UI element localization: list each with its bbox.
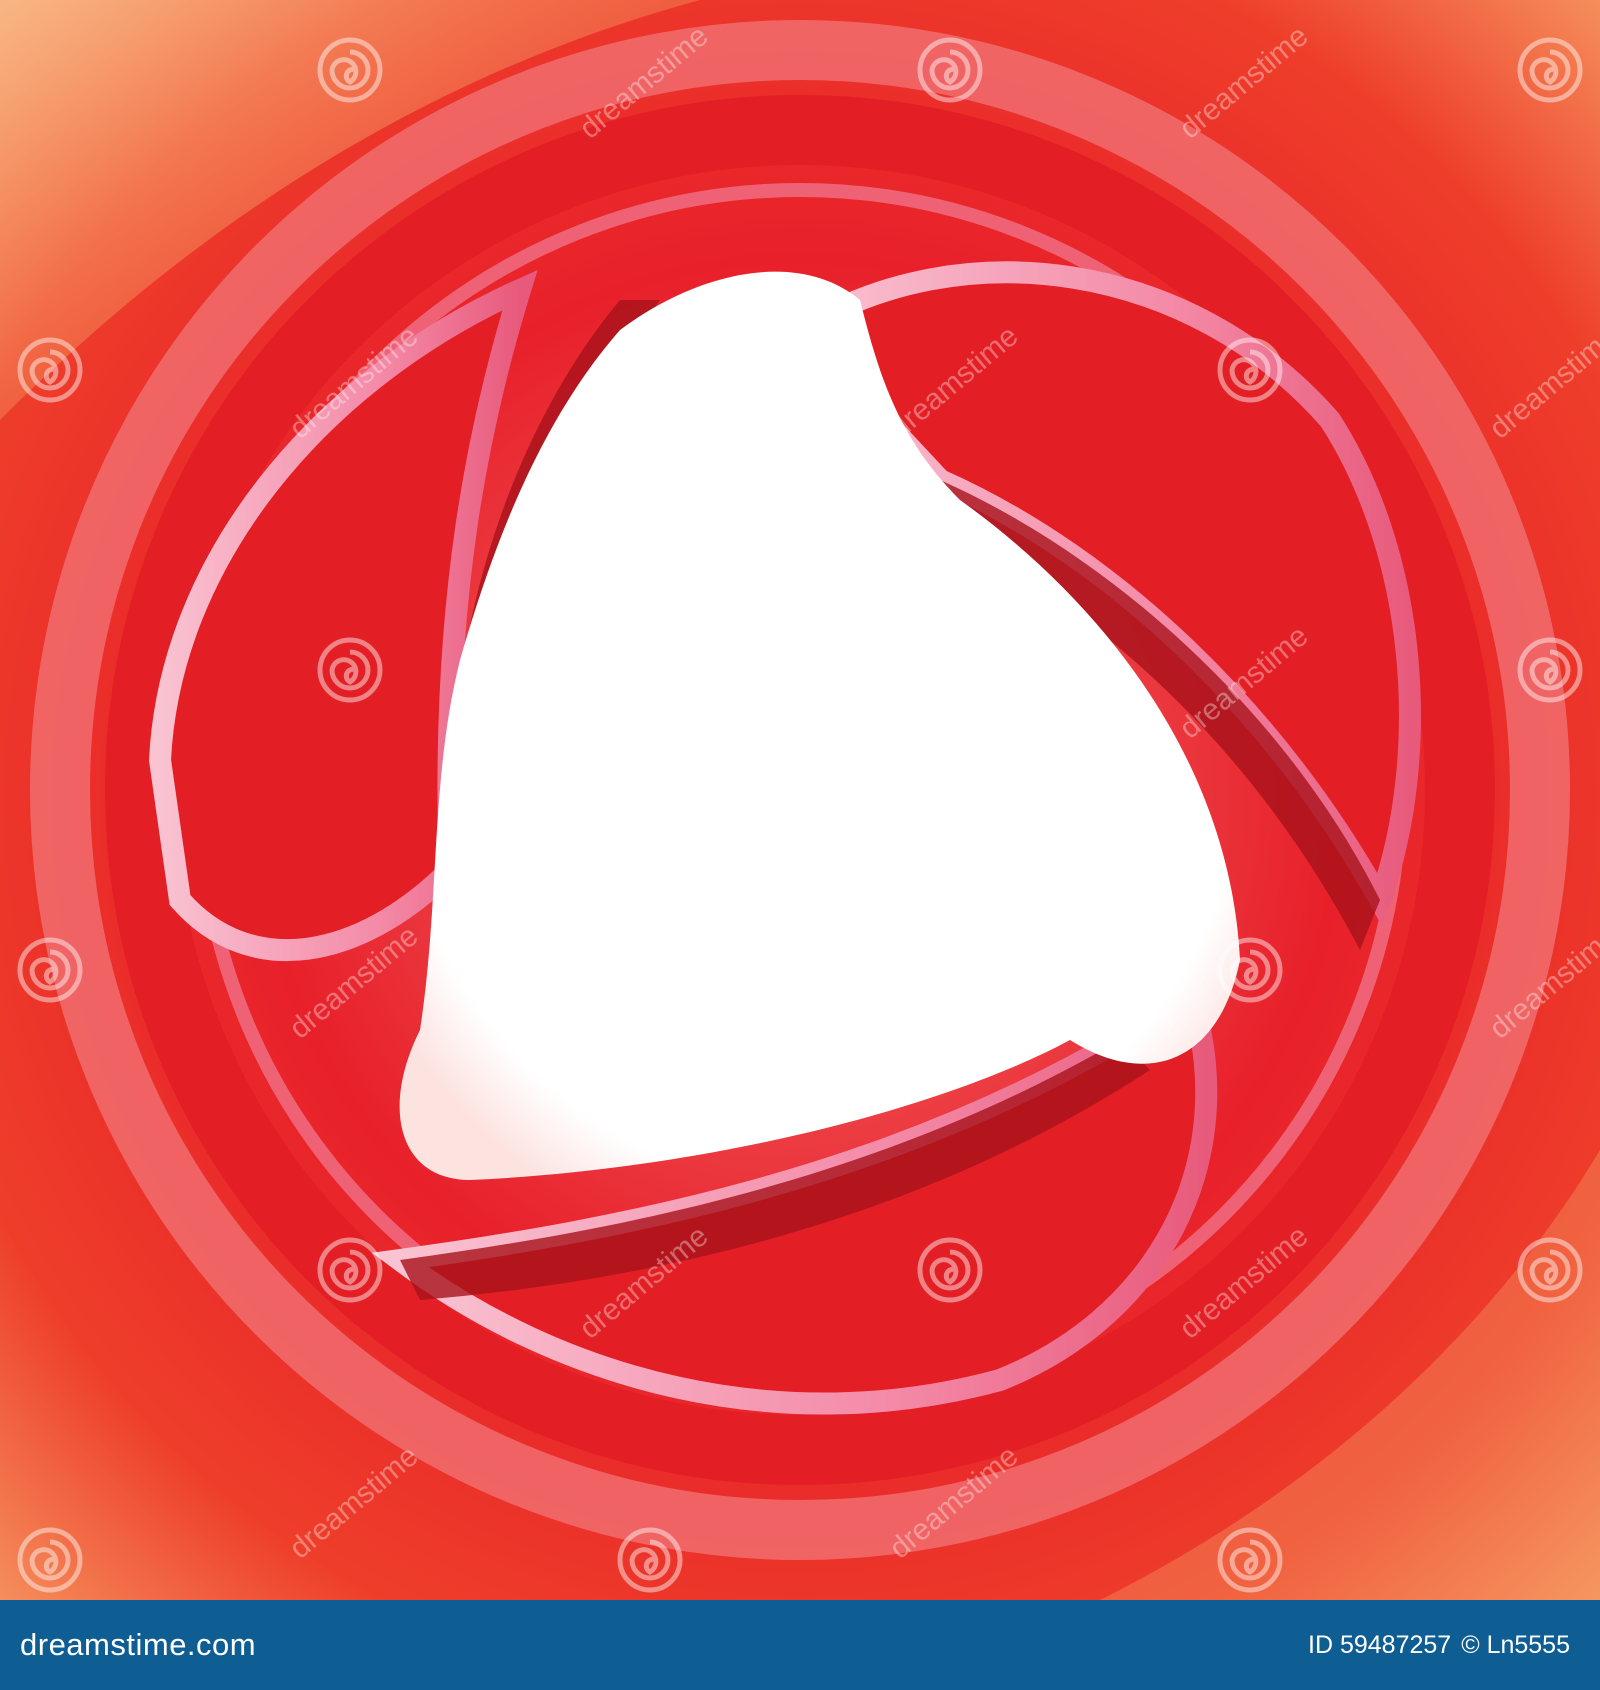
footer-image-id: ID 59487257 (1308, 1630, 1452, 1659)
swirl-artwork: dreamstime dreamstime dreamstime dreamst… (0, 0, 1600, 1600)
footer-author: © Ln5555 (1461, 1630, 1570, 1659)
footer-bar: dreamstime.com ID 59487257 © Ln5555 (0, 1600, 1600, 1690)
footer-content: dreamstime.com ID 59487257 © Ln5555 (0, 1600, 1600, 1690)
footer-credit: ID 59487257 © Ln5555 (1308, 1631, 1570, 1660)
stock-image-canvas: dreamstime dreamstime dreamstime dreamst… (0, 0, 1600, 1690)
footer-site-name: dreamstime.com (20, 1627, 257, 1662)
